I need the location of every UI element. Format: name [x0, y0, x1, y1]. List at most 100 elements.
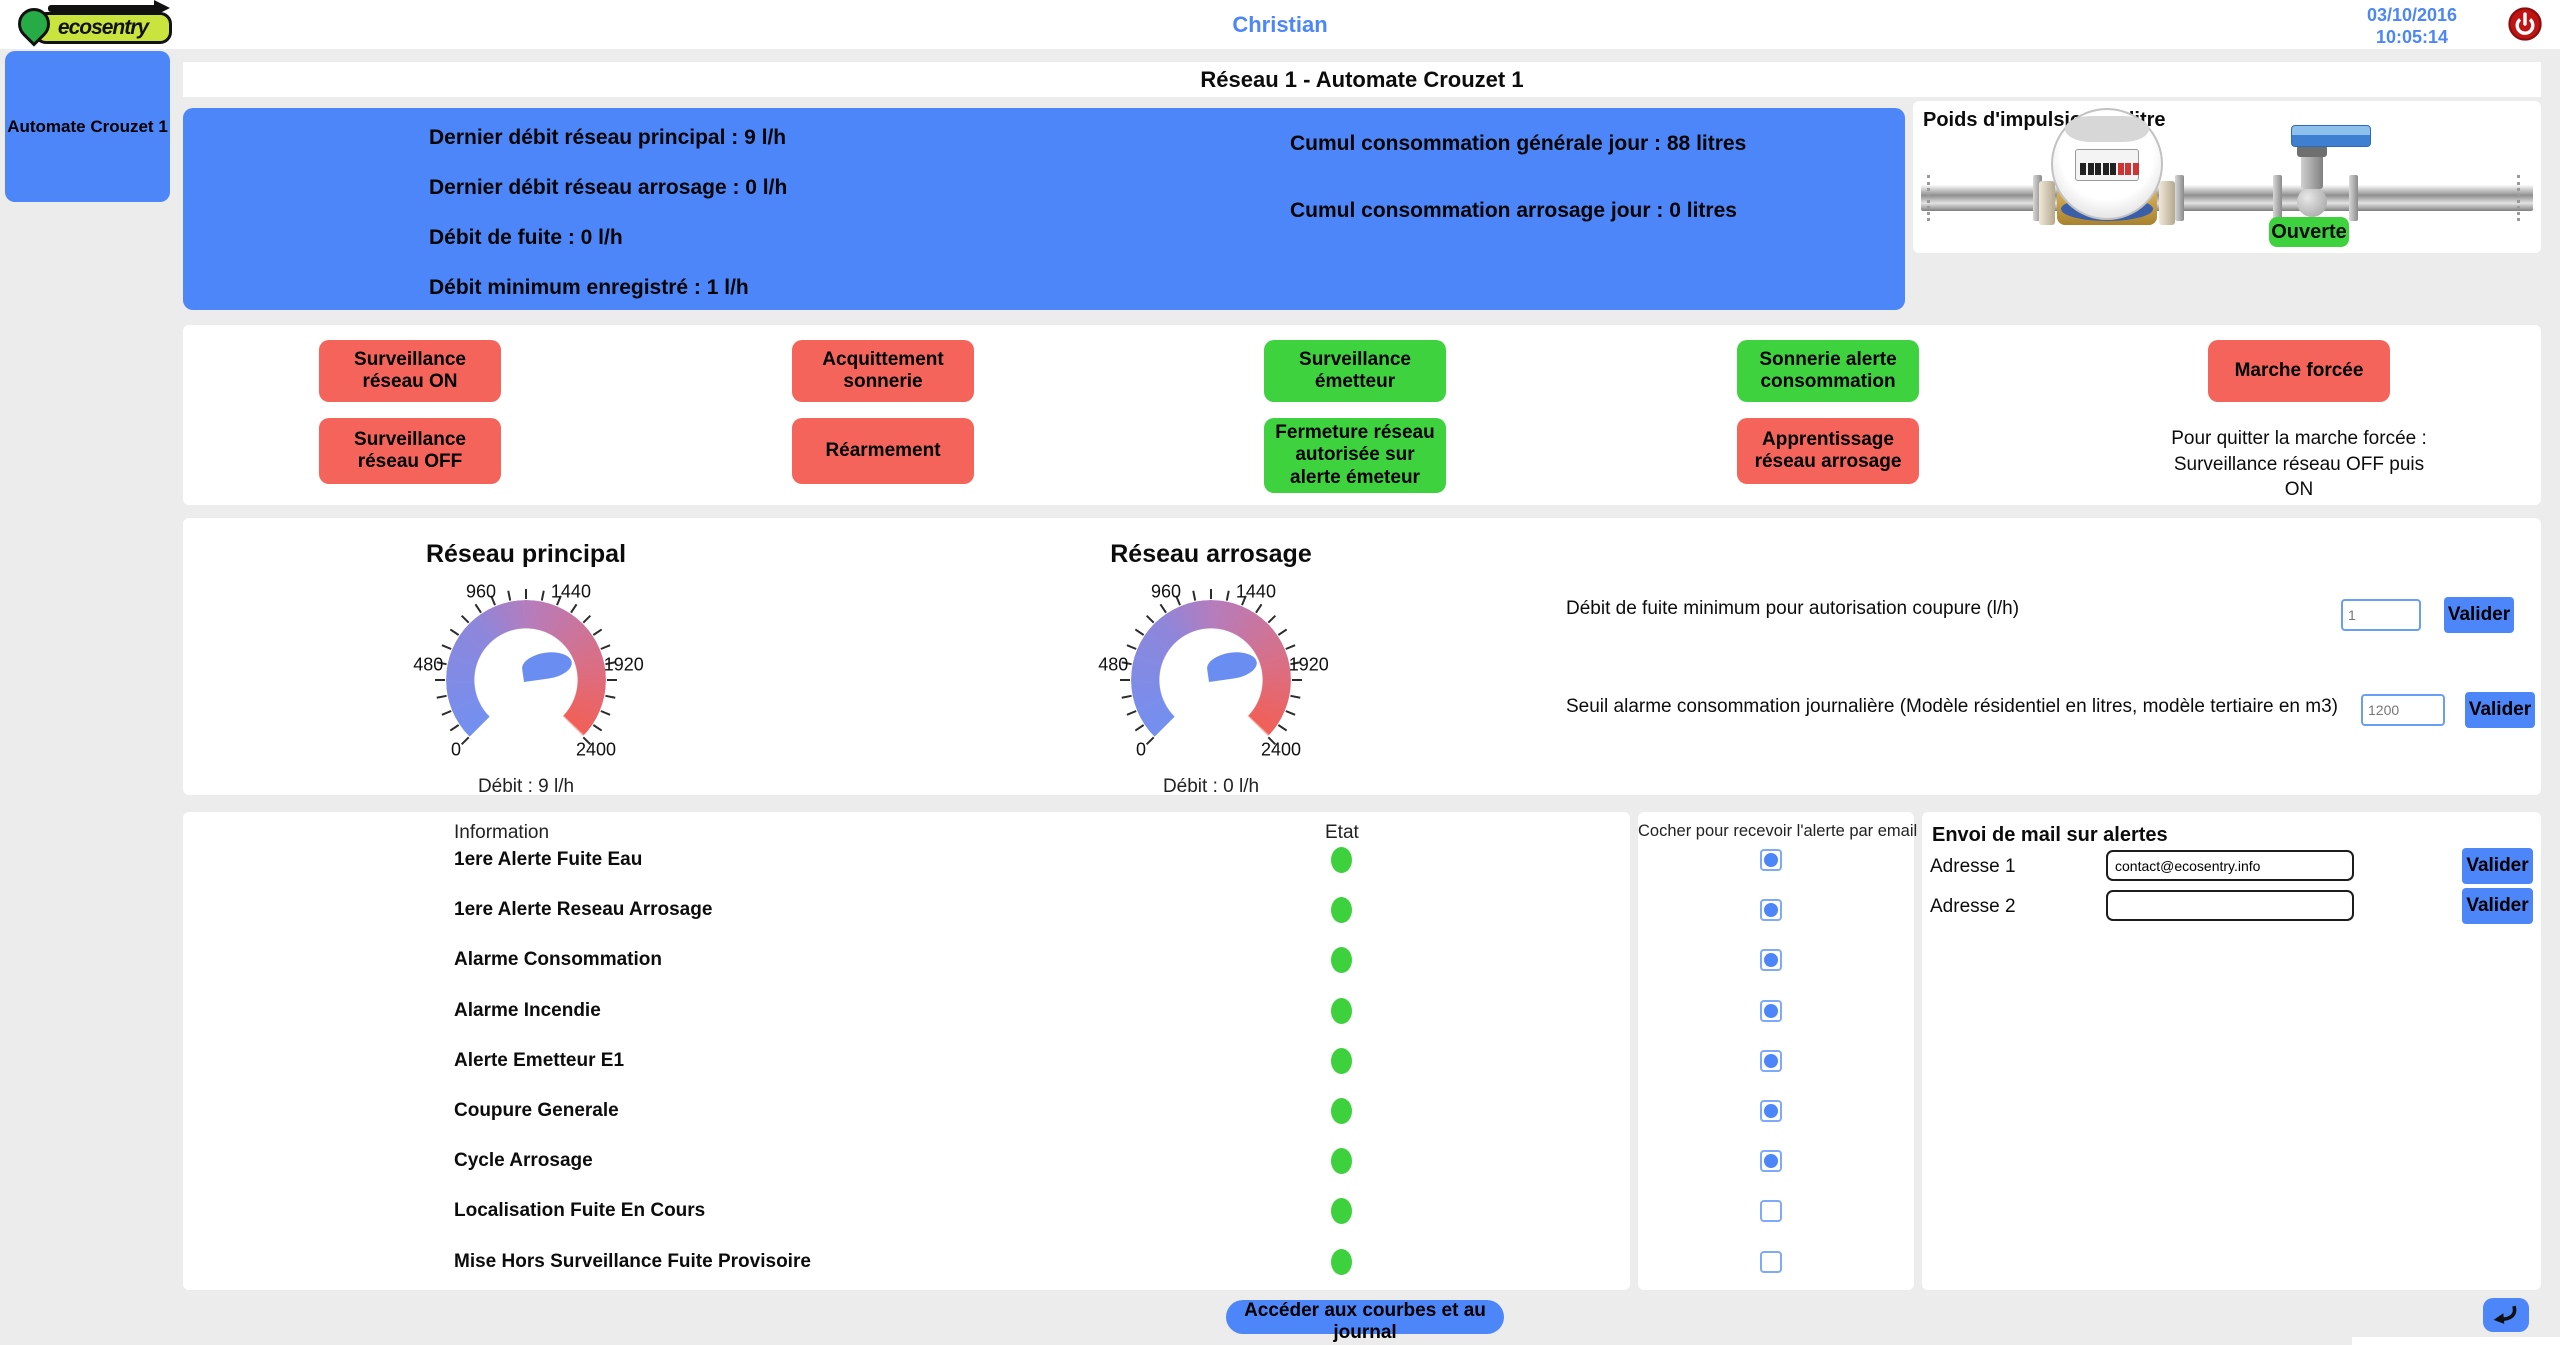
email-alert-checkbox-0[interactable]	[1760, 849, 1782, 871]
meter-digit	[2118, 163, 2124, 175]
alert-row-label: 1ere Alerte Reseau Arrosage	[454, 899, 712, 921]
gauge-tick	[1285, 644, 1295, 650]
gauge-tick-label: 1440	[551, 581, 591, 602]
gauge-widget: 0480960144019202400Débit : 0 l/h	[1106, 578, 1316, 788]
gauge-tick	[475, 604, 482, 613]
email-alert-checkbox-1[interactable]	[1760, 899, 1782, 921]
pipe-flange-icon	[1927, 175, 1931, 221]
gauge-tick	[541, 591, 545, 601]
sidebar-item-automate[interactable]: Automate Crouzet 1	[5, 51, 170, 202]
gauge-tick	[1226, 591, 1230, 601]
page-title: Réseau 1 - Automate Crouzet 1	[183, 62, 2541, 97]
email-checkbox-panel: Cocher pour recevoir l'alerte par email	[1638, 812, 1914, 1290]
email-address-input-0[interactable]	[2106, 850, 2354, 881]
email-alert-checkbox-7[interactable]	[1760, 1200, 1782, 1222]
email-alert-checkbox-8[interactable]	[1760, 1251, 1782, 1273]
summary-line: Cumul consommation arrosage jour : 0 lit…	[1290, 199, 1737, 223]
email-address-label-1: Adresse 2	[1930, 896, 2016, 918]
gauge-tick	[570, 604, 577, 613]
alert-row-label: Cycle Arrosage	[454, 1150, 593, 1172]
email-alert-checkbox-6[interactable]	[1760, 1150, 1782, 1172]
gauge-tick	[600, 644, 610, 650]
email-valider-button-0[interactable]: Valider	[2462, 848, 2533, 884]
summary-line: Cumul consommation générale jour : 88 li…	[1290, 132, 1746, 156]
gauge-tick	[600, 710, 610, 716]
email-alert-checkbox-2[interactable]	[1760, 949, 1782, 971]
gauge-tick	[593, 724, 602, 731]
gauge-tick-label: 960	[466, 581, 496, 602]
return-button[interactable]	[2483, 1298, 2529, 1332]
gauge-tick-label: 2400	[1261, 740, 1301, 761]
controls-panel: Surveillance réseau ON Surveillance résea…	[183, 325, 2541, 505]
setting-input-1[interactable]	[2361, 694, 2445, 726]
status-dot	[1331, 947, 1352, 973]
control-button-3[interactable]: Réarmement	[792, 418, 974, 484]
email-alert-checkbox-3[interactable]	[1760, 1000, 1782, 1022]
pipe-flange-icon	[2517, 175, 2521, 221]
email-alert-checkbox-4[interactable]	[1760, 1050, 1782, 1072]
alert-row-label: Mise Hors Surveillance Fuite Provisoire	[454, 1251, 811, 1273]
status-dot	[1331, 1098, 1352, 1124]
status-dot	[1331, 897, 1352, 923]
pipe-flange-icon	[2349, 175, 2358, 221]
curved-arrow-icon	[2491, 1303, 2521, 1327]
setting-valider-button-1[interactable]: Valider	[2465, 692, 2535, 728]
gauge-tick	[450, 724, 459, 731]
checkbox-checked-mark	[1764, 903, 1778, 917]
status-dot	[1331, 1048, 1352, 1074]
gauge-tick	[607, 679, 617, 681]
status-dot	[1331, 1148, 1352, 1174]
curves-journal-button[interactable]: Accéder aux courbes et au journal	[1226, 1300, 1504, 1334]
alert-row-label: Alarme Incendie	[454, 1000, 601, 1022]
meter-panel: Poids d'impulsion : 1 litre Ouverte	[1913, 101, 2541, 253]
gauge-tick	[593, 629, 602, 636]
gauge-tick	[1290, 695, 1300, 699]
control-button-1[interactable]: Surveillance réseau OFF	[319, 418, 501, 484]
valve-state-button[interactable]: Ouverte	[2269, 217, 2349, 247]
gauge-tick	[1192, 591, 1196, 601]
control-button-7[interactable]: Apprentissage réseau arrosage	[1737, 418, 1919, 484]
gauge-tick	[1255, 604, 1262, 613]
alert-row-label: Coupure Generale	[454, 1100, 619, 1122]
column-header-information: Information	[454, 822, 549, 844]
gauge-tick	[1127, 644, 1137, 650]
gauge-tick	[583, 615, 591, 623]
gauge-tick	[1210, 589, 1212, 599]
control-button-6[interactable]: Sonnerie alerte consommation	[1737, 340, 1919, 402]
meter-digit	[2110, 163, 2116, 175]
summary-line: Débit minimum enregistré : 1 l/h	[429, 276, 749, 300]
control-button-5[interactable]: Fermeture réseau autorisée sur alerte ém…	[1264, 418, 1446, 493]
gauge-title: Réseau principal	[386, 540, 666, 569]
setting-input-0[interactable]	[2341, 599, 2421, 631]
checkbox-checked-mark	[1764, 953, 1778, 967]
valve-handle-icon	[2291, 125, 2371, 147]
control-button-4[interactable]: Surveillance émetteur	[1264, 340, 1446, 402]
alert-row-label: 1ere Alerte Fuite Eau	[454, 849, 642, 871]
gauge-tick	[450, 629, 459, 636]
checkbox-checked-mark	[1764, 1154, 1778, 1168]
email-valider-button-1[interactable]: Valider	[2462, 888, 2533, 924]
control-button-0[interactable]: Surveillance réseau ON	[319, 340, 501, 402]
setting-valider-button-0[interactable]: Valider	[2444, 597, 2514, 633]
control-button-8[interactable]: Marche forcée	[2208, 340, 2390, 402]
checkbox-checked-mark	[1764, 853, 1778, 867]
gauges-panel: Réseau principal 0480960144019202400Débit…	[183, 518, 2541, 795]
gauge-tick-label: 480	[413, 654, 443, 675]
meter-digit	[2080, 163, 2086, 175]
gauge-tick	[1285, 710, 1295, 716]
user-name[interactable]: Christian	[0, 12, 2560, 38]
email-alert-checkbox-5[interactable]	[1760, 1100, 1782, 1122]
checkbox-checked-mark	[1764, 1004, 1778, 1018]
power-button[interactable]	[2508, 7, 2542, 41]
control-button-2[interactable]: Acquittement sonnerie	[792, 340, 974, 402]
top-bar: ecosentry Christian 03/10/2016 10:05:14	[0, 0, 2560, 49]
gauge-tick	[437, 695, 447, 699]
email-panel: Envoi de mail sur alertes Adresse 1Valid…	[1922, 812, 2541, 1290]
date-label: 03/10/2016	[2332, 4, 2492, 26]
email-address-input-1[interactable]	[2106, 890, 2354, 921]
force-mode-note: Pour quitter la marche forcée : Surveill…	[2169, 426, 2429, 503]
meter-digit	[2088, 163, 2094, 175]
gauge-tick	[442, 710, 452, 716]
summary-line: Dernier débit réseau arrosage : 0 l/h	[429, 176, 787, 200]
summary-line: Dernier débit réseau principal : 9 l/h	[429, 126, 786, 150]
